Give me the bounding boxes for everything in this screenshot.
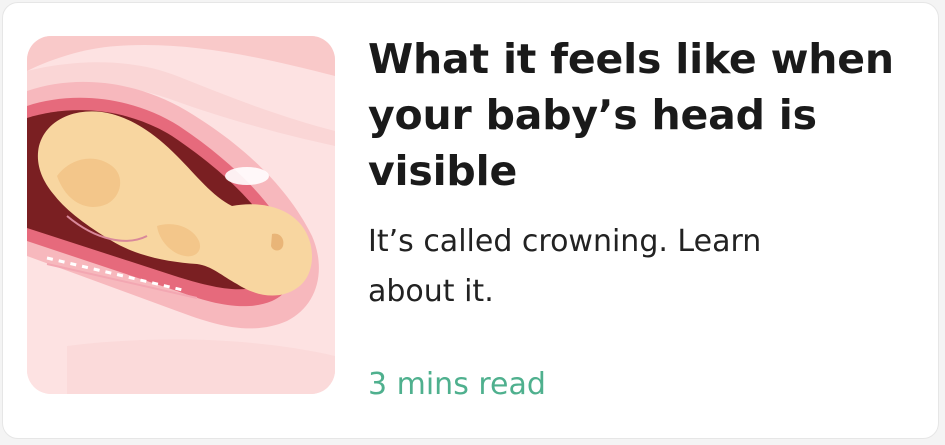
article-title[interactable]: What it feels like when your baby’s head…	[368, 31, 913, 199]
article-thumbnail	[27, 36, 335, 394]
baby-crowning-illustration	[27, 36, 335, 394]
read-time-label: 3 mins read	[368, 367, 546, 402]
article-card[interactable]: What it feels like when your baby’s head…	[2, 2, 939, 439]
article-description: It’s called crowning. Learn about it.	[368, 224, 762, 309]
article-text: What it feels like when your baby’s head…	[368, 31, 928, 317]
